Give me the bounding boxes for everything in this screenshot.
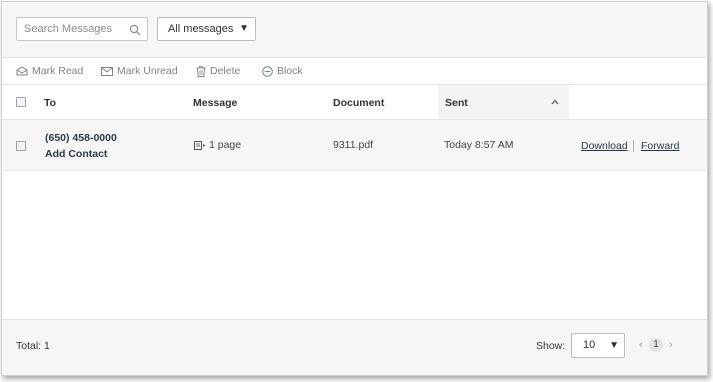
message-pages: 1 page [209, 139, 242, 151]
caret-down-icon: ▼ [239, 23, 249, 34]
messages-window: All messages ▼ Mark Read Mark Unread [1, 1, 708, 376]
filter-toolbar: All messages ▼ [2, 2, 707, 58]
total-count: Total: 1 [16, 340, 50, 352]
envelope-icon [101, 66, 113, 76]
column-header-to[interactable]: To [44, 97, 56, 109]
delete-label: Delete [210, 65, 241, 77]
mark-read-label: Mark Read [32, 65, 84, 77]
mark-unread-button[interactable]: Mark Unread [101, 65, 178, 77]
show-label: Show: [536, 340, 566, 352]
current-page[interactable]: 1 [649, 338, 663, 352]
page-size-value: 10 [583, 339, 596, 351]
search-box[interactable] [16, 17, 148, 41]
next-page-button[interactable]: › [669, 339, 673, 351]
search-input[interactable] [17, 18, 130, 40]
column-header-sent[interactable]: Sent [445, 97, 468, 109]
trash-icon [196, 65, 206, 77]
mark-unread-label: Mark Unread [117, 65, 178, 77]
prev-page-button[interactable]: ‹ [639, 339, 643, 351]
sort-ascending-icon[interactable] [551, 99, 559, 105]
document-name[interactable]: 9311.pdf [333, 139, 373, 151]
sent-time: Today 8:57 AM [444, 139, 514, 151]
message-filter-select[interactable]: All messages ▼ [157, 17, 256, 41]
column-header-document[interactable]: Document [333, 97, 384, 109]
select-all-checkbox[interactable] [16, 97, 26, 107]
caret-down-icon: ▼ [609, 340, 619, 351]
block-label: Block [277, 65, 303, 77]
block-icon [262, 65, 273, 77]
add-contact-link[interactable]: Add Contact [45, 148, 107, 160]
link-divider [633, 140, 634, 152]
page-size-select[interactable]: 10 ▼ [571, 333, 625, 358]
forward-link[interactable]: Forward [641, 140, 680, 152]
search-icon[interactable] [129, 23, 141, 36]
mark-read-button[interactable]: Mark Read [16, 65, 83, 77]
delete-button[interactable]: Delete [196, 65, 240, 77]
row-checkbox[interactable] [16, 141, 26, 151]
envelope-open-icon [16, 66, 28, 76]
download-link[interactable]: Download [581, 140, 628, 152]
table-header: To Message Document Sent [2, 85, 707, 120]
block-button[interactable]: Block [262, 65, 303, 77]
bulk-actions-bar: Mark Read Mark Unread Delete Block [2, 58, 707, 85]
recipient-number: (650) 458-0000 [45, 132, 117, 144]
column-header-message[interactable]: Message [193, 97, 237, 109]
table-footer: Total: 1 Show: 10 ▼ ‹ 1 › [2, 319, 707, 375]
fax-page-icon [194, 141, 206, 150]
message-filter-value: All messages [168, 23, 234, 35]
table-row[interactable]: (650) 458-0000 Add Contact 1 page 9311.p… [2, 120, 707, 171]
